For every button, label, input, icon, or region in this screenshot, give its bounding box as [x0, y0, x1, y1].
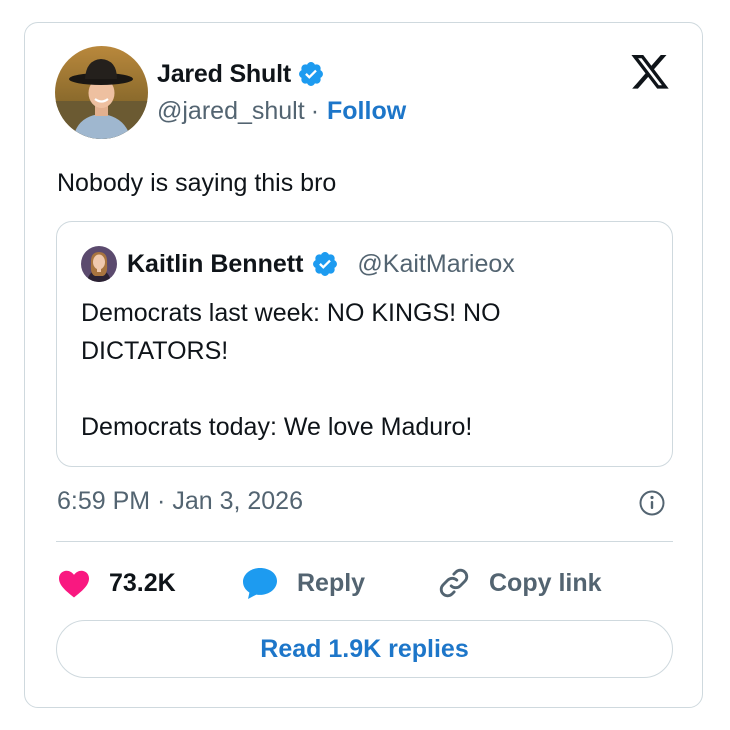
- link-icon: [437, 566, 471, 600]
- quoted-tweet-header: Kaitlin Bennett @KaitMarieox: [81, 244, 515, 284]
- action-bar: 73.2K Reply Copy link: [57, 563, 677, 603]
- author-name[interactable]: Jared Shult: [157, 60, 291, 89]
- quoted-text-line: Democrats today: We love Maduro!: [81, 413, 473, 441]
- copy-link-button[interactable]: Copy link: [437, 563, 602, 603]
- embedded-tweet-card: Jared Shult @jared_shult · Follow Nobody…: [24, 22, 703, 708]
- quoted-author-name: Kaitlin Bennett: [127, 249, 304, 278]
- author-name-row[interactable]: Jared Shult: [157, 59, 325, 89]
- quoted-author-handle: @KaitMarieox: [357, 249, 515, 278]
- reply-label: Reply: [297, 568, 366, 597]
- quoted-tweet[interactable]: Kaitlin Bennett @KaitMarieox Democrats l…: [56, 221, 673, 467]
- like-count: 73.2K: [109, 568, 176, 597]
- author-handle[interactable]: @jared_shult: [157, 97, 305, 126]
- quoted-author-avatar: [81, 246, 117, 282]
- tweet-text: Nobody is saying this bro: [57, 169, 337, 197]
- heart-icon: [57, 568, 91, 598]
- follow-link[interactable]: Follow: [327, 97, 406, 126]
- verified-badge-icon: [297, 60, 325, 88]
- reply-button[interactable]: Reply: [241, 563, 365, 603]
- info-icon[interactable]: [638, 489, 666, 517]
- author-handle-row: @jared_shult · Follow: [157, 97, 406, 126]
- like-button[interactable]: 73.2K: [57, 563, 176, 603]
- quoted-tweet-text: Democrats last week: NO KINGS! NO DICTAT…: [81, 294, 651, 446]
- divider: [56, 541, 673, 542]
- verified-badge-icon: [311, 250, 339, 278]
- read-replies-button[interactable]: Read 1.9K replies: [56, 620, 673, 678]
- handle-separator: ·: [310, 97, 320, 125]
- speech-bubble-icon: [241, 566, 279, 600]
- copy-link-label: Copy link: [489, 568, 602, 597]
- x-logo-icon[interactable]: [629, 55, 671, 93]
- author-avatar[interactable]: [55, 46, 148, 139]
- tweet-timestamp[interactable]: 6:59 PM · Jan 3, 2026: [57, 487, 303, 516]
- quoted-text-line: Democrats last week: NO KINGS! NO DICTAT…: [81, 299, 501, 365]
